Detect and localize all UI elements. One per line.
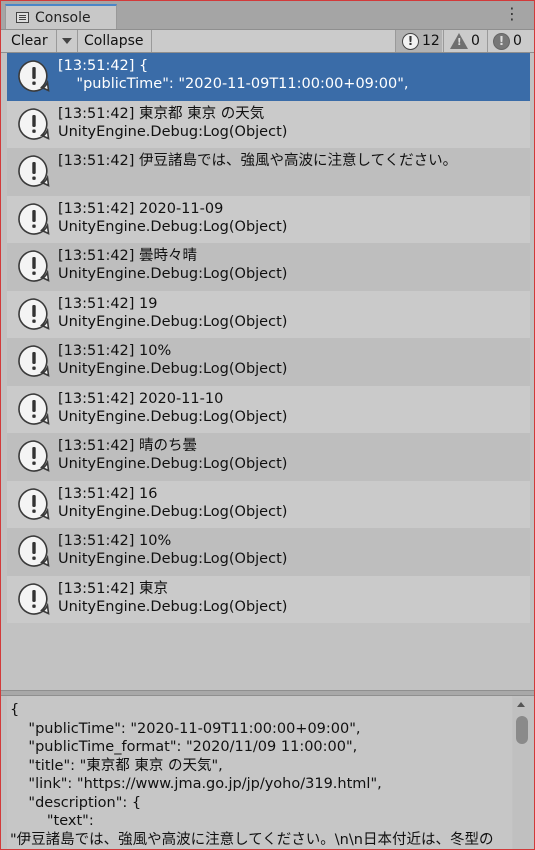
log-entry-text: [13:51:42] 曇時々晴 UnityEngine.Debug:Log(Obj…	[58, 247, 287, 283]
info-icon: !	[402, 32, 419, 50]
log-entry-text: [13:51:42] 2020-11-10 UnityEngine.Debug:L…	[58, 390, 287, 426]
log-message: [13:51:42] 16	[58, 485, 158, 502]
info-message-icon	[17, 439, 51, 473]
log-entry[interactable]: [13:51:42] 10% UnityEngine.Debug:Log(Obje…	[7, 528, 530, 576]
console-toolbar: Clear Collapse ! 12 ! 0 ! 0	[1, 30, 534, 53]
log-entry-text: [13:51:42] 2020-11-09 UnityEngine.Debug:L…	[58, 200, 287, 236]
info-count: 12	[422, 33, 440, 49]
more-options-icon[interactable]: ⋮	[504, 6, 520, 22]
error-count: 0	[513, 33, 522, 49]
detail-line: "description": {	[10, 794, 142, 811]
detail-line: "伊豆諸島では、強風や高波に注意してください。\n\n日本付近は、冬型の	[10, 831, 494, 848]
info-message-icon	[17, 487, 51, 521]
info-message-icon	[17, 392, 51, 426]
log-message: [13:51:42] 19	[58, 295, 158, 312]
log-entry[interactable]: [13:51:42] 19 UnityEngine.Debug:Log(Objec…	[7, 290, 530, 338]
log-stacktrace: UnityEngine.Debug:Log(Object)	[58, 551, 288, 567]
collapse-button[interactable]: Collapse	[79, 30, 152, 52]
info-message-icon	[17, 202, 51, 236]
log-message: [13:51:42] 東京	[58, 580, 169, 597]
detail-line: "text":	[10, 813, 94, 829]
info-message-icon	[17, 534, 51, 568]
log-message: [13:51:42] 伊豆諸島では、強風や高波に注意してください。	[58, 153, 458, 169]
info-message-icon	[17, 107, 51, 141]
log-stacktrace: UnityEngine.Debug:Log(Object)	[58, 408, 288, 425]
log-entry-text: [13:51:42] 晴のち曇 UnityEngine.Debug:Log(Obj…	[58, 437, 287, 473]
log-stacktrace: UnityEngine.Debug:Log(Object)	[58, 266, 288, 282]
log-stacktrace: UnityEngine.Debug:Log(Object)	[58, 123, 288, 140]
log-entry-text: [13:51:42] 東京都 東京 の天気 UnityEngine.Debug:L…	[58, 105, 287, 141]
detail-line: {	[10, 702, 20, 718]
log-entry-text: [13:51:42] 10% UnityEngine.Debug:Log(Obje…	[58, 532, 287, 568]
info-message-icon	[17, 59, 51, 93]
info-message-icon	[17, 297, 51, 331]
log-detail-text: { "publicTime": "2020-11-09T11:00:00+09:…	[7, 696, 512, 849]
detail-line: "publicTime": "2020-11-09T11:00:00+09:00…	[10, 720, 361, 737]
tab-bar: Console ⋮	[1, 1, 534, 30]
log-entry-text: [13:51:42] 19 UnityEngine.Debug:Log(Objec…	[58, 295, 287, 331]
log-entry-text: [13:51:42] 10% UnityEngine.Debug:Log(Obje…	[58, 342, 287, 378]
log-message: [13:51:42] 2020-11-09	[58, 200, 224, 217]
info-message-icon	[17, 582, 51, 616]
log-stacktrace: UnityEngine.Debug:Log(Object)	[58, 456, 288, 472]
log-message: [13:51:42] 曇時々晴	[58, 248, 198, 264]
log-stacktrace: "publicTime": "2020-11-09T11:00:00+09:00…	[58, 76, 409, 92]
info-message-icon	[17, 249, 51, 283]
log-entry[interactable]: [13:51:42] 晴のち曇 UnityEngine.Debug:Log(Obj…	[7, 433, 530, 481]
info-message-icon	[17, 154, 51, 188]
log-message: [13:51:42] 10%	[58, 533, 172, 549]
log-stacktrace: UnityEngine.Debug:Log(Object)	[58, 218, 288, 235]
detail-line: "publicTime_format": "2020/11/09 11:00:0…	[10, 739, 358, 755]
detail-line: "title": "東京都 東京 の天気",	[10, 757, 223, 774]
clear-button[interactable]: Clear	[6, 30, 57, 52]
log-list: [13:51:42] { "publicTime": "2020-11-09T1…	[7, 53, 530, 690]
log-entry-text: [13:51:42] 伊豆諸島では、強風や高波に注意してください。	[58, 152, 457, 170]
log-stacktrace: UnityEngine.Debug:Log(Object)	[58, 313, 288, 330]
log-message: [13:51:42] 10%	[58, 343, 172, 359]
console-icon	[16, 12, 29, 23]
warning-toggle[interactable]: ! 0	[443, 30, 486, 52]
log-detail-panel: { "publicTime": "2020-11-09T11:00:00+09:…	[7, 696, 512, 849]
detail-line: "link": "https://www.jma.go.jp/jp/yoho/3…	[10, 776, 382, 792]
log-entry-text: [13:51:42] 東京 UnityEngine.Debug:Log(Objec…	[58, 580, 287, 616]
log-entry[interactable]: [13:51:42] 2020-11-10 UnityEngine.Debug:L…	[7, 385, 530, 433]
log-entry[interactable]: [13:51:42] 東京 UnityEngine.Debug:Log(Objec…	[7, 575, 530, 623]
warning-icon: !	[450, 33, 468, 49]
error-icon: !	[493, 32, 510, 50]
log-entry[interactable]: [13:51:42] 16 UnityEngine.Debug:Log(Objec…	[7, 480, 530, 528]
log-message: [13:51:42] 東京都 東京 の天気	[58, 105, 265, 122]
console-window: Console ⋮ Clear Collapse ! 12 ! 0 ! 0 [1…	[0, 0, 535, 850]
info-message-icon	[17, 344, 51, 378]
log-entry[interactable]: [13:51:42] { "publicTime": "2020-11-09T1…	[7, 53, 530, 101]
info-toggle[interactable]: ! 12	[395, 30, 442, 52]
tab-console[interactable]: Console	[5, 4, 117, 29]
log-entry[interactable]: [13:51:42] 東京都 東京 の天気 UnityEngine.Debug:L…	[7, 100, 530, 148]
log-entry[interactable]: [13:51:42] 伊豆諸島では、強風や高波に注意してください。	[7, 148, 530, 196]
warning-count: 0	[471, 33, 480, 49]
log-message: [13:51:42] 晴のち曇	[58, 438, 198, 454]
log-entry-text: [13:51:42] 16 UnityEngine.Debug:Log(Objec…	[58, 485, 287, 521]
detail-scrollbar[interactable]	[513, 698, 530, 849]
log-stacktrace: UnityEngine.Debug:Log(Object)	[58, 503, 288, 520]
log-entry[interactable]: [13:51:42] 曇時々晴 UnityEngine.Debug:Log(Obj…	[7, 243, 530, 291]
tab-label: Console	[35, 9, 91, 26]
log-stacktrace: UnityEngine.Debug:Log(Object)	[58, 361, 288, 377]
log-entry-text: [13:51:42] { "publicTime": "2020-11-09T1…	[58, 57, 409, 93]
scroll-up-icon[interactable]	[517, 702, 525, 707]
clear-options-dropdown[interactable]	[57, 30, 78, 52]
scrollbar-thumb[interactable]	[516, 716, 528, 744]
log-entry[interactable]: [13:51:42] 2020-11-09 UnityEngine.Debug:L…	[7, 195, 530, 243]
error-toggle[interactable]: ! 0	[487, 30, 534, 52]
log-message: [13:51:42] 2020-11-10	[58, 390, 224, 407]
log-entry[interactable]: [13:51:42] 10% UnityEngine.Debug:Log(Obje…	[7, 338, 530, 386]
log-stacktrace: UnityEngine.Debug:Log(Object)	[58, 598, 288, 615]
chevron-down-icon	[62, 38, 72, 44]
log-message: [13:51:42] {	[58, 58, 149, 74]
